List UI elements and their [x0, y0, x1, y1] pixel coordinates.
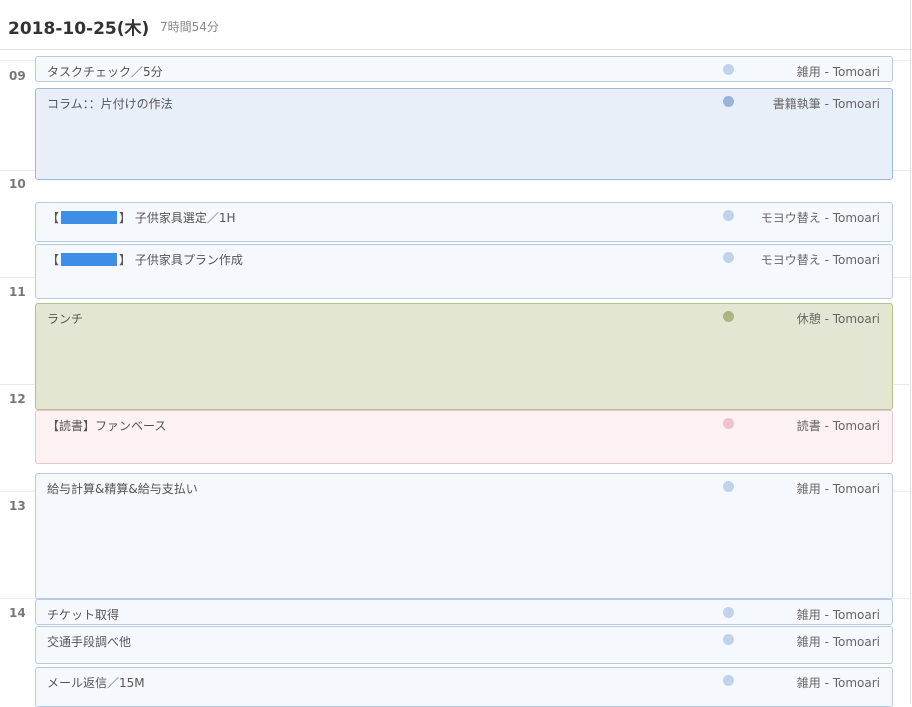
- category-dot-icon: [723, 252, 734, 263]
- category-dot-icon: [723, 96, 734, 107]
- hour-label-12: 12: [9, 392, 26, 406]
- title-suffix: 】 子供家具プラン作成: [119, 253, 243, 267]
- event-title: 【読書】ファンベース: [47, 419, 167, 433]
- event-title: タスクチェック／5分: [47, 65, 163, 79]
- event-title: チケット取得: [47, 608, 120, 622]
- category-dot-icon: [723, 607, 734, 618]
- event-category: モヨウ替え - Tomoari: [760, 253, 880, 267]
- category-dot-icon: [723, 210, 734, 221]
- event-category: 雑用 - Tomoari: [796, 635, 880, 649]
- hour-label-10: 10: [9, 177, 26, 191]
- event-task-check[interactable]: タスクチェック／5分 雑用 - Tomoari: [35, 56, 893, 82]
- category-dot-icon: [723, 481, 734, 492]
- event-title: 給与計算&精算&給与支払い: [47, 482, 198, 496]
- redacted-block: [61, 253, 118, 266]
- event-category: 休憩 - Tomoari: [796, 312, 880, 326]
- event-title: コラム：：片付けの作法: [47, 97, 173, 111]
- event-category: 読書 - Tomoari: [796, 419, 880, 433]
- event-transport-research[interactable]: 交通手段調べ他 雑用 - Tomoari: [35, 626, 893, 664]
- hour-label-11: 11: [9, 285, 26, 299]
- title-prefix: 【: [47, 253, 60, 267]
- event-title: 【 】 子供家具選定／1H: [47, 209, 236, 226]
- event-lunch[interactable]: ランチ 休憩 - Tomoari: [35, 303, 893, 410]
- event-title: ランチ: [47, 312, 84, 326]
- title-suffix: 】 子供家具選定／1H: [119, 211, 236, 225]
- event-payroll[interactable]: 給与計算&精算&給与支払い 雑用 - Tomoari: [35, 473, 893, 599]
- day-header: 2018-10-25(木) 7時間54分: [0, 0, 912, 50]
- title-prefix: 【: [47, 211, 60, 225]
- date-title: 2018-10-25(木): [8, 19, 150, 39]
- event-title: メール返信／15M: [47, 676, 145, 690]
- hour-label-09: 09: [9, 69, 26, 83]
- event-category: 雑用 - Tomoari: [796, 482, 880, 496]
- event-kids-furniture-plan[interactable]: 【 】 子供家具プラン作成 モヨウ替え - Tomoari: [35, 244, 893, 299]
- event-category: モヨウ替え - Tomoari: [760, 211, 880, 225]
- event-email-reply[interactable]: メール返信／15M 雑用 - Tomoari: [35, 667, 893, 707]
- event-column-writing[interactable]: コラム：：片付けの作法 書籍執筆 - Tomoari: [35, 88, 893, 180]
- event-ticket[interactable]: チケット取得 雑用 - Tomoari: [35, 599, 893, 625]
- category-dot-icon: [723, 64, 734, 75]
- category-dot-icon: [723, 634, 734, 645]
- category-dot-icon: [723, 418, 734, 429]
- event-title: 【 】 子供家具プラン作成: [47, 251, 243, 268]
- event-kids-furniture-select[interactable]: 【 】 子供家具選定／1H モヨウ替え - Tomoari: [35, 202, 893, 242]
- event-category: 雑用 - Tomoari: [796, 676, 880, 690]
- category-dot-icon: [723, 311, 734, 322]
- event-category: 書籍執筆 - Tomoari: [772, 97, 880, 111]
- hour-label-14: 14: [9, 606, 26, 620]
- redacted-block: [61, 211, 118, 224]
- hour-label-13: 13: [9, 499, 26, 513]
- category-dot-icon: [723, 675, 734, 686]
- event-reading[interactable]: 【読書】ファンベース 読書 - Tomoari: [35, 410, 893, 464]
- event-category: 雑用 - Tomoari: [796, 65, 880, 79]
- event-title: 交通手段調べ他: [47, 635, 132, 649]
- event-category: 雑用 - Tomoari: [796, 608, 880, 622]
- total-duration: 7時間54分: [160, 20, 219, 34]
